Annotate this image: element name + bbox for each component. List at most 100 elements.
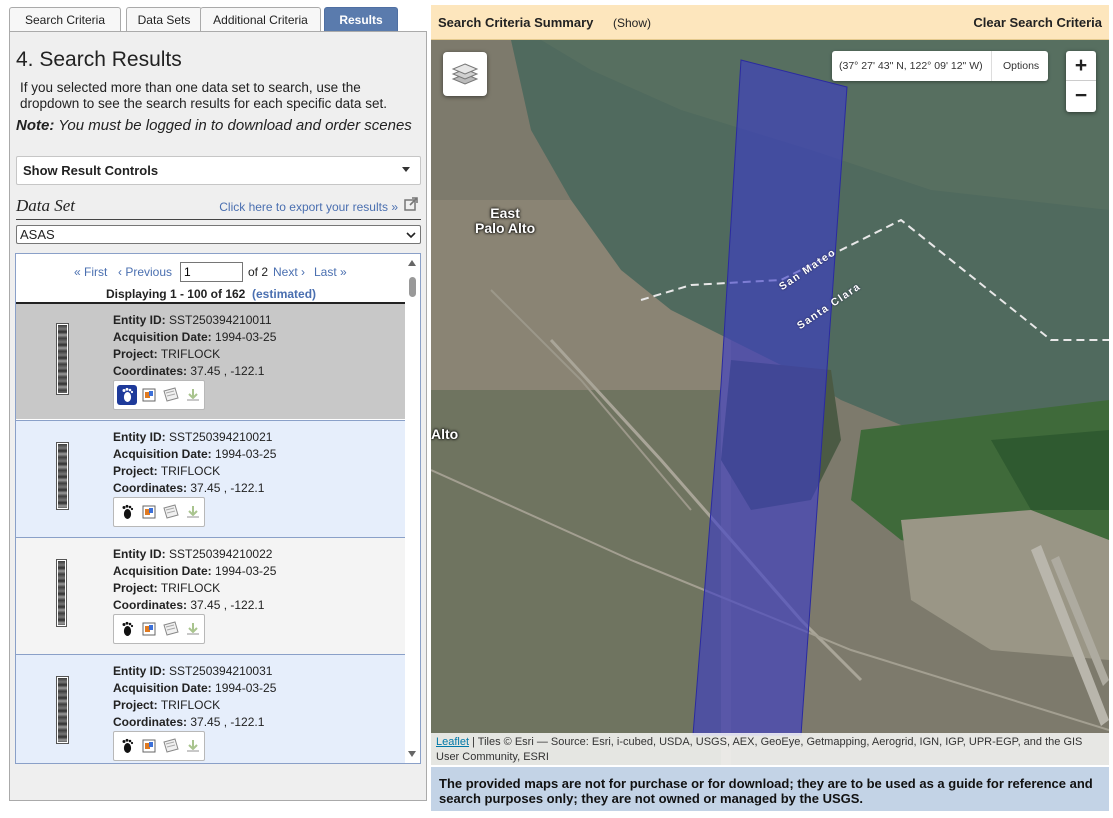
footprint-icon[interactable] <box>117 502 137 522</box>
scroll-up-arrow-icon[interactable] <box>408 260 416 266</box>
footprint-icon[interactable] <box>117 736 137 756</box>
download-icon[interactable] <box>183 502 203 522</box>
project: TRIFLOCK <box>160 464 221 478</box>
project: TRIFLOCK <box>160 581 221 595</box>
results-list[interactable]: « First ‹ Previous of 2 Next › Last » Di… <box>15 253 421 764</box>
tab-bar: Search Criteria Data Sets Additional Cri… <box>9 7 427 31</box>
dataset-select[interactable]: ASAS <box>16 225 421 244</box>
results-scrollbar[interactable] <box>405 254 420 763</box>
clear-search-criteria-button[interactable]: Clear Search Criteria <box>973 15 1102 30</box>
field-label: Project: <box>113 347 158 361</box>
scroll-down-arrow-icon[interactable] <box>408 751 416 757</box>
acquisition-date: 1994-03-25 <box>215 681 277 695</box>
field-label: Acquisition Date: <box>113 564 212 578</box>
result-tools <box>113 497 205 527</box>
note-label: Note: <box>16 117 55 134</box>
browse-overlay-icon[interactable] <box>139 502 159 522</box>
download-icon[interactable] <box>183 619 203 639</box>
field-label: Entity ID: <box>113 547 166 561</box>
result-metadata: Entity ID: SST250394210031 Acquisition D… <box>113 663 276 731</box>
tab-results[interactable]: Results <box>324 7 398 31</box>
field-label: Project: <box>113 464 158 478</box>
show-result-controls-dropdown[interactable]: Show Result Controls <box>16 156 421 185</box>
attribution-text: | Tiles © Esri — Source: Esri, i-cubed, … <box>436 736 1083 763</box>
field-label: Coordinates: <box>113 364 188 378</box>
zoom-control: + − <box>1066 51 1096 112</box>
last-page-link[interactable]: Last » <box>314 265 347 279</box>
pagination: « First ‹ Previous of 2 Next › Last » <box>16 262 406 282</box>
field-label: Project: <box>113 581 158 595</box>
displaying-text: Displaying 1 - 100 of 162 <box>105 287 246 301</box>
login-note: Note: You must be logged in to download … <box>16 118 421 134</box>
field-label: Entity ID: <box>113 313 166 327</box>
project: TRIFLOCK <box>160 698 221 712</box>
page-number-input[interactable] <box>180 262 243 282</box>
acquisition-date: 1994-03-25 <box>215 447 277 461</box>
field-label: Acquisition Date: <box>113 681 212 695</box>
cursor-coordinates: (37° 27' 43" N, 122° 09' 12" W) Options <box>832 51 1048 81</box>
scene-thumbnail[interactable] <box>57 443 68 509</box>
next-page-link[interactable]: Next › <box>273 265 305 279</box>
result-metadata: Entity ID: SST250394210021 Acquisition D… <box>113 429 276 497</box>
place-label-east-palo-alto: East Palo Alto <box>475 206 535 236</box>
browse-overlay-icon[interactable] <box>139 619 159 639</box>
note-text: You must be logged in to download and or… <box>54 117 412 134</box>
download-icon[interactable] <box>183 385 203 405</box>
result-row[interactable]: Entity ID: SST250394210011 Acquisition D… <box>16 302 406 419</box>
scene-thumbnail[interactable] <box>57 677 68 743</box>
satellite-basemap[interactable] <box>431 40 1109 765</box>
tab-data-sets[interactable]: Data Sets <box>126 7 202 31</box>
summary-show-toggle[interactable]: (Show) <box>613 16 651 30</box>
entity-id: SST250394210022 <box>169 547 273 561</box>
metadata-icon[interactable] <box>161 385 181 405</box>
result-metadata: Entity ID: SST250394210011 Acquisition D… <box>113 312 276 380</box>
acquisition-date: 1994-03-25 <box>215 330 277 344</box>
leaflet-link[interactable]: Leaflet <box>436 736 469 748</box>
first-page-link[interactable]: « First <box>74 265 107 279</box>
zoom-in-button[interactable]: + <box>1066 51 1096 81</box>
layers-icon <box>451 63 479 85</box>
metadata-icon[interactable] <box>161 619 181 639</box>
field-label: Coordinates: <box>113 598 188 612</box>
tab-search-criteria[interactable]: Search Criteria <box>9 7 121 31</box>
chevron-down-icon <box>406 232 416 239</box>
result-count: Displaying 1 - 100 of 162 (estimated) <box>16 287 406 301</box>
estimated-label: (estimated) <box>252 287 317 301</box>
result-row[interactable]: Entity ID: SST250394210021 Acquisition D… <box>16 420 406 537</box>
result-row[interactable]: Entity ID: SST250394210022 Acquisition D… <box>16 537 406 654</box>
entity-id: SST250394210021 <box>169 430 273 444</box>
metadata-icon[interactable] <box>161 736 181 756</box>
results-panel: 4. Search Results If you selected more t… <box>9 31 427 801</box>
divider <box>16 219 421 220</box>
layers-button[interactable] <box>443 52 487 96</box>
acquisition-date: 1994-03-25 <box>215 564 277 578</box>
dataset-heading: Data Set <box>16 196 76 215</box>
browse-overlay-icon[interactable] <box>139 385 159 405</box>
footprint-icon[interactable] <box>117 385 137 405</box>
scene-thumbnail[interactable] <box>57 560 66 626</box>
footprint-icon[interactable] <box>117 619 137 639</box>
coordinate-options-button[interactable]: Options <box>1003 60 1039 72</box>
metadata-icon[interactable] <box>161 502 181 522</box>
place-label-alto: Alto <box>431 426 459 442</box>
coordinates: 37.45 , -122.1 <box>190 598 265 612</box>
field-label: Coordinates: <box>113 715 188 729</box>
field-label: Acquisition Date: <box>113 447 212 461</box>
tab-additional-criteria[interactable]: Additional Criteria <box>200 7 321 31</box>
entity-id: SST250394210011 <box>169 313 272 327</box>
map-disclaimer: The provided maps are not for purchase o… <box>431 767 1109 811</box>
previous-page-link[interactable]: ‹ Previous <box>118 265 172 279</box>
place-label-line: Palo Alto <box>475 220 536 236</box>
download-icon[interactable] <box>183 736 203 756</box>
browse-overlay-icon[interactable] <box>139 736 159 756</box>
map-view[interactable]: East Palo Alto Alto San Mateo Santa Clar… <box>431 40 1109 765</box>
summary-title: Search Criteria Summary <box>438 15 594 30</box>
scene-thumbnail[interactable] <box>57 324 68 394</box>
result-tools <box>113 731 205 761</box>
export-results-link[interactable]: Click here to export your results » <box>219 200 398 214</box>
result-row[interactable]: Entity ID: SST250394210031 Acquisition D… <box>16 654 406 763</box>
zoom-out-button[interactable]: − <box>1066 81 1096 111</box>
scroll-thumb[interactable] <box>409 277 416 297</box>
external-link-icon[interactable] <box>404 197 418 211</box>
dataset-selected-value: ASAS <box>20 227 55 242</box>
